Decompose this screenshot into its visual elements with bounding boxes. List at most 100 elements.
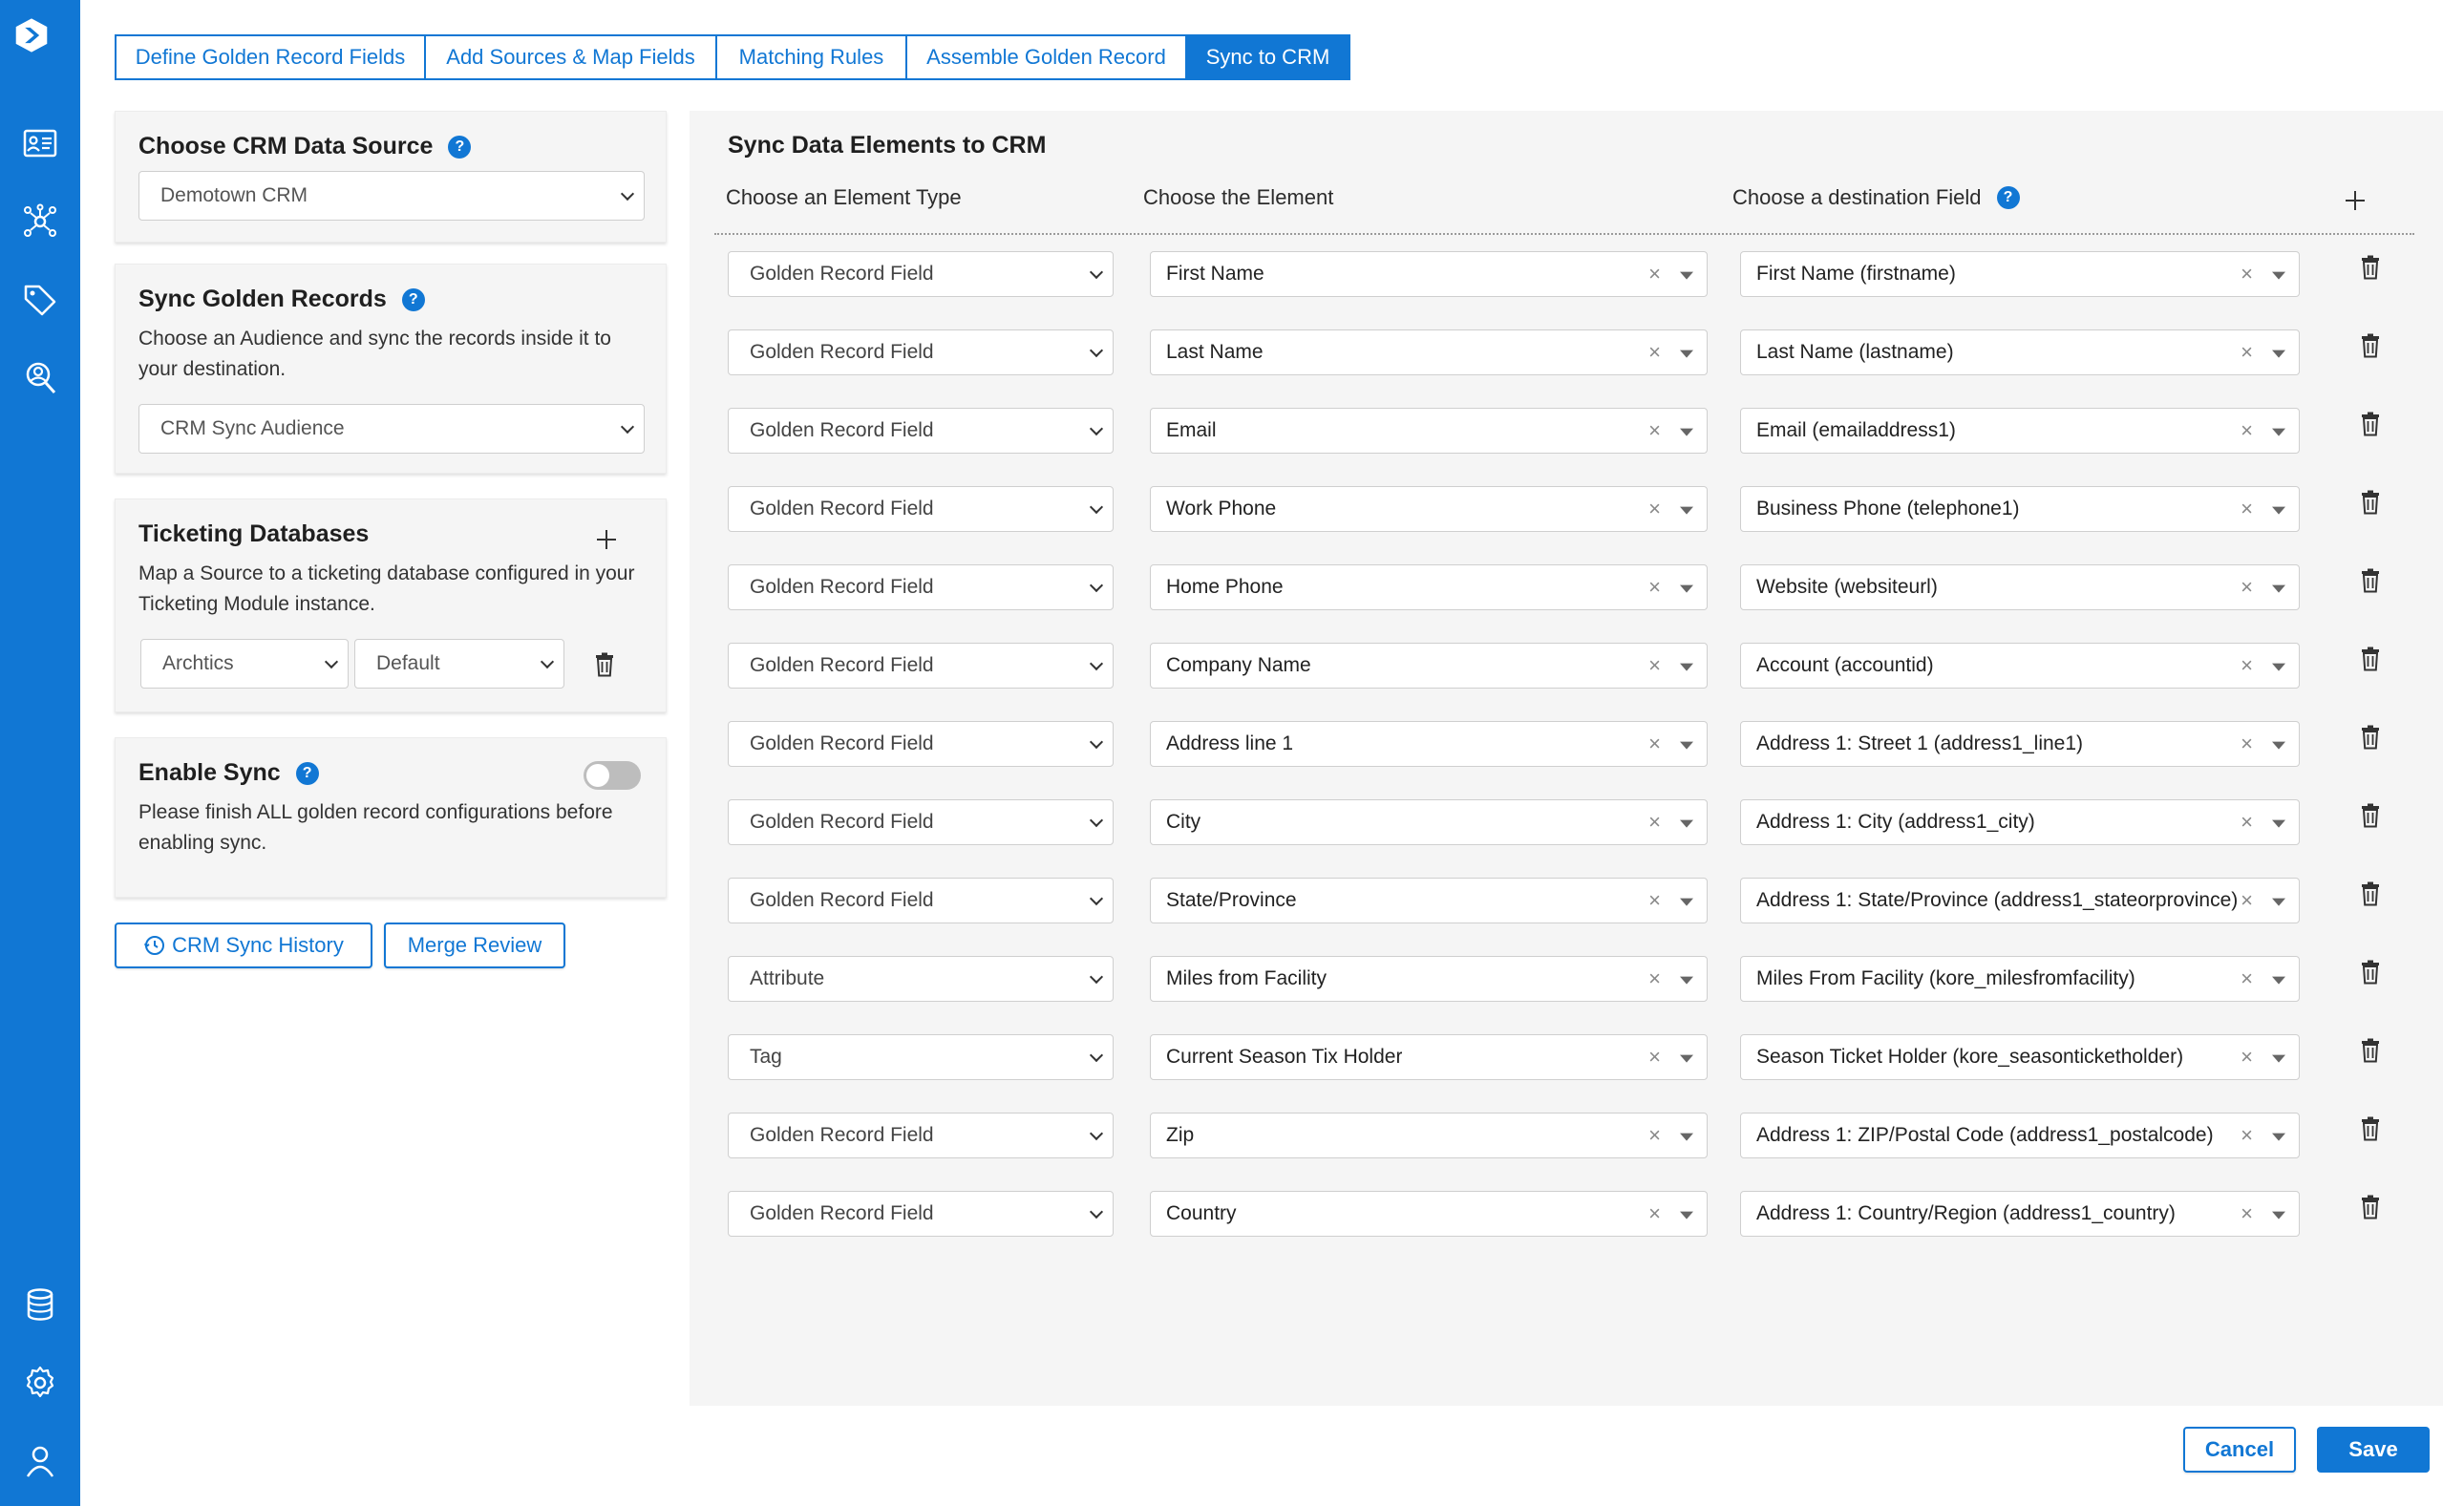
- tab-add-sources-map-fields[interactable]: Add Sources & Map Fields: [424, 34, 715, 80]
- clear-icon[interactable]: ×: [1648, 732, 1661, 756]
- clear-icon[interactable]: ×: [2241, 340, 2253, 365]
- element-type-select[interactable]: Golden Record Field: [728, 643, 1114, 689]
- destination-field-select[interactable]: Address 1: City (address1_city) ×: [1740, 799, 2300, 845]
- delete-row-button[interactable]: [2359, 803, 2382, 828]
- add-ticketing-icon[interactable]: [595, 528, 618, 551]
- delete-row-button[interactable]: [2359, 725, 2382, 750]
- clear-icon[interactable]: ×: [2241, 1123, 2253, 1148]
- clear-icon[interactable]: ×: [2241, 966, 2253, 991]
- help-icon[interactable]: ?: [448, 135, 472, 159]
- destination-field-select[interactable]: Last Name (lastname) ×: [1740, 329, 2300, 375]
- tab-assemble-golden-record[interactable]: Assemble Golden Record: [905, 34, 1185, 80]
- clear-icon[interactable]: ×: [2241, 262, 2253, 286]
- audience-select[interactable]: CRM Sync Audience: [138, 404, 645, 454]
- element-type-select[interactable]: Golden Record Field: [728, 1113, 1114, 1158]
- clear-icon[interactable]: ×: [2241, 497, 2253, 521]
- destination-field-select[interactable]: Account (accountid) ×: [1740, 643, 2300, 689]
- element-select[interactable]: Company Name ×: [1150, 643, 1708, 689]
- element-select[interactable]: Home Phone ×: [1150, 564, 1708, 610]
- clear-icon[interactable]: ×: [2241, 575, 2253, 600]
- element-select[interactable]: Email ×: [1150, 408, 1708, 454]
- destination-field-select[interactable]: Address 1: Country/Region (address1_coun…: [1740, 1191, 2300, 1237]
- element-type-select[interactable]: Golden Record Field: [728, 486, 1114, 532]
- element-select[interactable]: Miles from Facility ×: [1150, 956, 1708, 1002]
- clear-icon[interactable]: ×: [1648, 497, 1661, 521]
- nav-profile[interactable]: [21, 1442, 59, 1480]
- element-select[interactable]: Work Phone ×: [1150, 486, 1708, 532]
- ticketing-source-select[interactable]: Archtics: [140, 639, 349, 689]
- element-select[interactable]: Zip ×: [1150, 1113, 1708, 1158]
- destination-field-select[interactable]: Website (websiteurl) ×: [1740, 564, 2300, 610]
- delete-row-button[interactable]: [2359, 333, 2382, 358]
- nav-tags[interactable]: [21, 281, 59, 319]
- element-select[interactable]: First Name ×: [1150, 251, 1708, 297]
- delete-row-button[interactable]: [2359, 255, 2382, 280]
- element-type-select[interactable]: Tag: [728, 1034, 1114, 1080]
- clear-icon[interactable]: ×: [2241, 418, 2253, 443]
- element-type-select[interactable]: Golden Record Field: [728, 721, 1114, 767]
- clear-icon[interactable]: ×: [1648, 1201, 1661, 1226]
- delete-row-button[interactable]: [2359, 960, 2382, 985]
- clear-icon[interactable]: ×: [1648, 418, 1661, 443]
- destination-field-select[interactable]: Address 1: Street 1 (address1_line1) ×: [1740, 721, 2300, 767]
- nav-contacts[interactable]: [21, 124, 59, 162]
- clear-icon[interactable]: ×: [2241, 732, 2253, 756]
- nav-settings[interactable]: [21, 1364, 59, 1402]
- destination-field-select[interactable]: Address 1: State/Province (address1_stat…: [1740, 878, 2300, 923]
- element-select[interactable]: Address line 1 ×: [1150, 721, 1708, 767]
- destination-field-select[interactable]: Season Ticket Holder (kore_seasonticketh…: [1740, 1034, 2300, 1080]
- element-type-select[interactable]: Golden Record Field: [728, 251, 1114, 297]
- destination-field-select[interactable]: Business Phone (telephone1) ×: [1740, 486, 2300, 532]
- destination-field-select[interactable]: First Name (firstname) ×: [1740, 251, 2300, 297]
- element-type-select[interactable]: Golden Record Field: [728, 878, 1114, 923]
- element-select[interactable]: City ×: [1150, 799, 1708, 845]
- clear-icon[interactable]: ×: [1648, 575, 1661, 600]
- ticketing-database-select[interactable]: Default: [354, 639, 564, 689]
- element-type-select[interactable]: Golden Record Field: [728, 329, 1114, 375]
- delete-row-button[interactable]: [2359, 1195, 2382, 1220]
- destination-field-select[interactable]: Miles From Facility (kore_milesfromfacil…: [1740, 956, 2300, 1002]
- clear-icon[interactable]: ×: [1648, 966, 1661, 991]
- cancel-button[interactable]: Cancel: [2183, 1427, 2296, 1473]
- app-logo-icon[interactable]: [13, 17, 67, 71]
- delete-row-button[interactable]: [2359, 490, 2382, 515]
- delete-row-button[interactable]: [2359, 881, 2382, 906]
- destination-field-select[interactable]: Email (emailaddress1) ×: [1740, 408, 2300, 454]
- element-select[interactable]: State/Province ×: [1150, 878, 1708, 923]
- destination-field-select[interactable]: Address 1: ZIP/Postal Code (address1_pos…: [1740, 1113, 2300, 1158]
- nav-data[interactable]: [21, 1285, 59, 1324]
- merge-review-button[interactable]: Merge Review: [384, 923, 565, 968]
- clear-icon[interactable]: ×: [2241, 653, 2253, 678]
- help-icon[interactable]: ?: [295, 761, 319, 785]
- clear-icon[interactable]: ×: [1648, 888, 1661, 913]
- tab-matching-rules[interactable]: Matching Rules: [715, 34, 905, 80]
- nav-network[interactable]: [21, 202, 59, 241]
- clear-icon[interactable]: ×: [2241, 810, 2253, 835]
- clear-icon[interactable]: ×: [2241, 1201, 2253, 1226]
- clear-icon[interactable]: ×: [1648, 262, 1661, 286]
- clear-icon[interactable]: ×: [2241, 1045, 2253, 1070]
- enable-sync-toggle[interactable]: [584, 761, 641, 790]
- clear-icon[interactable]: ×: [1648, 340, 1661, 365]
- tab-define-golden-record-fields[interactable]: Define Golden Record Fields: [115, 34, 424, 80]
- help-icon[interactable]: ?: [1996, 186, 2020, 209]
- element-type-select[interactable]: Golden Record Field: [728, 799, 1114, 845]
- clear-icon[interactable]: ×: [1648, 810, 1661, 835]
- delete-row-button[interactable]: [2359, 412, 2382, 436]
- element-select[interactable]: Current Season Tix Holder ×: [1150, 1034, 1708, 1080]
- clear-icon[interactable]: ×: [1648, 653, 1661, 678]
- delete-row-button[interactable]: [2359, 1116, 2382, 1141]
- element-select[interactable]: Last Name ×: [1150, 329, 1708, 375]
- clear-icon[interactable]: ×: [1648, 1123, 1661, 1148]
- element-type-select[interactable]: Golden Record Field: [728, 1191, 1114, 1237]
- clear-icon[interactable]: ×: [1648, 1045, 1661, 1070]
- element-type-select[interactable]: Golden Record Field: [728, 408, 1114, 454]
- element-type-select[interactable]: Golden Record Field: [728, 564, 1114, 610]
- clear-icon[interactable]: ×: [2241, 888, 2253, 913]
- nav-audience[interactable]: [21, 359, 59, 397]
- delete-ticketing-button[interactable]: [593, 652, 616, 677]
- delete-row-button[interactable]: [2359, 568, 2382, 593]
- element-type-select[interactable]: Attribute: [728, 956, 1114, 1002]
- delete-row-button[interactable]: [2359, 647, 2382, 671]
- add-sync-row-icon[interactable]: [2344, 189, 2367, 212]
